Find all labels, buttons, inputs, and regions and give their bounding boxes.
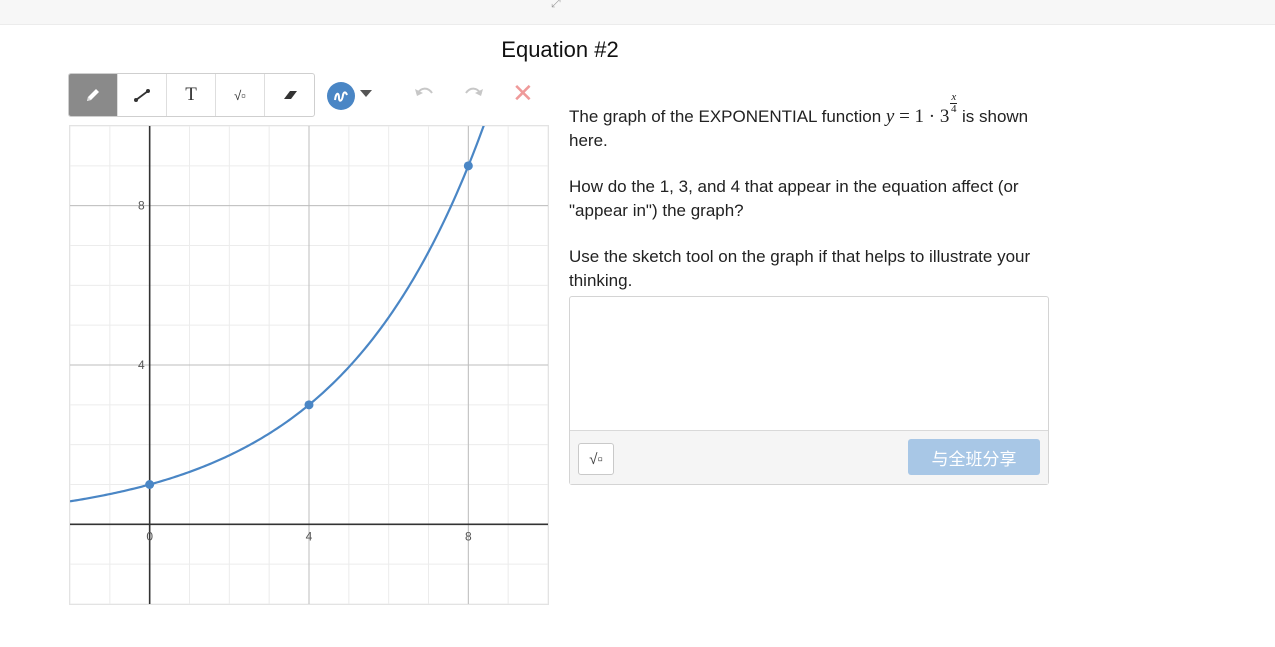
answer-text-area[interactable] xyxy=(570,297,1048,432)
equation: y = 1 · 3x4 xyxy=(886,92,958,127)
sketch-color-icon xyxy=(334,91,348,102)
math-input-button[interactable]: √▫ xyxy=(578,443,614,475)
graph-canvas[interactable]: 0 4 8 4 8 xyxy=(69,125,549,605)
top-bar: ⤢ xyxy=(0,0,1275,25)
exponential-graph[interactable]: 0 4 8 4 8 xyxy=(70,126,548,604)
prompt-paragraph-1: The graph of the EXPONENTIAL function y … xyxy=(569,92,1059,153)
equation-exponent: x4 xyxy=(950,92,958,115)
line-segment-icon xyxy=(134,89,150,102)
sketch-toolbar: T √▫ xyxy=(68,73,315,117)
pencil-tool[interactable] xyxy=(69,74,118,116)
pen-color-button[interactable] xyxy=(327,82,355,110)
text-tool[interactable]: T xyxy=(167,74,216,116)
eraser-tool[interactable] xyxy=(265,74,314,116)
x-tick-label: 4 xyxy=(306,529,313,543)
prompt-paragraph-3: Use the sketch tool on the graph if that… xyxy=(569,247,1031,290)
curve-point xyxy=(463,161,473,171)
math-tool[interactable]: √▫ xyxy=(216,74,265,116)
square-root-icon: √▫ xyxy=(234,87,246,103)
x-tick-label: 8 xyxy=(465,529,472,543)
chevron-down-icon[interactable] xyxy=(360,90,372,97)
line-tool[interactable] xyxy=(118,74,167,116)
y-tick-label: 4 xyxy=(138,358,145,372)
expand-icon[interactable]: ⤢ xyxy=(551,0,561,11)
answer-footer: √▫ 与全班分享 xyxy=(570,430,1048,484)
square-root-icon: √▫ xyxy=(589,450,603,468)
answer-box[interactable]: √▫ 与全班分享 xyxy=(569,296,1049,485)
curve-point xyxy=(145,480,155,489)
share-with-class-button[interactable]: 与全班分享 xyxy=(908,439,1040,475)
clear-x-icon[interactable]: ✕ xyxy=(512,80,534,106)
text-icon: T xyxy=(185,84,197,105)
prompt-paragraph-2: How do the 1, 3, and 4 that appear in th… xyxy=(569,177,1019,220)
eraser-icon xyxy=(283,91,297,99)
y-tick-label: 8 xyxy=(138,199,145,213)
page-title: Equation #2 xyxy=(501,37,619,62)
question-prompt: The graph of the EXPONENTIAL function y … xyxy=(569,92,1059,315)
redo-icon[interactable] xyxy=(463,84,485,102)
x-tick-label: 0 xyxy=(146,529,153,543)
equation-rhs: = 1 · 3 xyxy=(894,106,950,127)
undo-icon[interactable] xyxy=(413,84,435,102)
prompt-line1-before: The graph of the EXPONENTIAL function xyxy=(569,107,886,126)
curve-point xyxy=(304,400,314,410)
pencil-icon xyxy=(87,89,99,101)
exponent-denominator: 4 xyxy=(951,103,957,115)
